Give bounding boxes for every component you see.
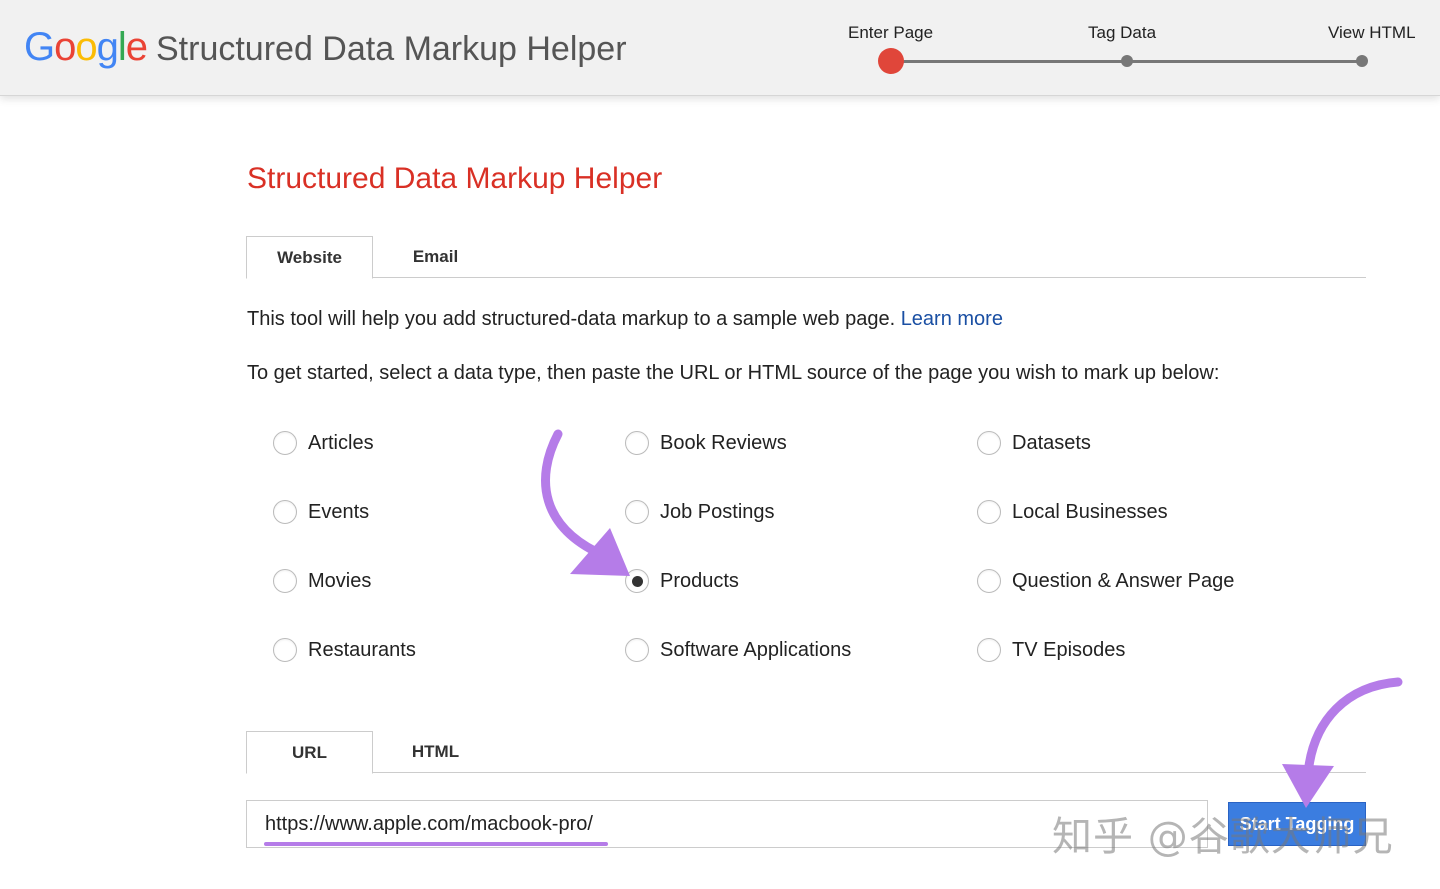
radio-button[interactable] <box>977 638 1001 662</box>
instructions-text: To get started, select a data type, then… <box>247 362 1220 384</box>
option-datasets[interactable]: Datasets <box>977 428 1091 458</box>
logo-letter: e <box>125 25 148 69</box>
option-label: Movies <box>308 569 372 592</box>
option-book-reviews[interactable]: Book Reviews <box>625 428 787 458</box>
radio-button[interactable] <box>625 431 649 455</box>
radio-button[interactable] <box>977 569 1001 593</box>
intro-sentence: This tool will help you add structured-d… <box>247 308 896 330</box>
tab-website[interactable]: Website <box>246 236 373 279</box>
option-local-businesses[interactable]: Local Businesses <box>977 497 1168 527</box>
page-title: Structured Data Markup Helper <box>247 162 663 195</box>
option-label: Question & Answer Page <box>1012 569 1235 592</box>
option-tv-episodes[interactable]: TV Episodes <box>977 635 1125 665</box>
logo-letter: o <box>75 25 97 69</box>
type-tabs: Website Email <box>246 236 1366 279</box>
step-view-html: View HTML <box>1328 23 1416 42</box>
step-dot-view-html <box>1356 55 1368 67</box>
logo-letter: o <box>54 25 76 69</box>
step-dot-enter-page <box>878 48 904 74</box>
option-events[interactable]: Events <box>273 497 369 527</box>
option-label: Local Businesses <box>1012 500 1168 523</box>
learn-more-link[interactable]: Learn more <box>901 308 1003 330</box>
google-logo: Google <box>24 24 148 70</box>
option-label: Book Reviews <box>660 431 787 454</box>
step-enter-page: Enter Page <box>848 23 934 42</box>
logo-letter: g <box>96 25 119 69</box>
option-label: Software Applications <box>660 638 852 661</box>
option-job-postings[interactable]: Job Postings <box>625 497 775 527</box>
radio-button[interactable] <box>977 500 1001 524</box>
option-label: Job Postings <box>660 500 775 523</box>
logo-letter: G <box>24 25 55 69</box>
intro-text: This tool will help you add structured-d… <box>247 308 1003 331</box>
source-tabs: URL HTML <box>246 731 1366 774</box>
tab-email[interactable]: Email <box>372 236 499 278</box>
option-articles[interactable]: Articles <box>273 428 374 458</box>
option-label: Products <box>660 569 739 592</box>
radio-button[interactable] <box>625 569 649 593</box>
option-label: Restaurants <box>308 638 416 661</box>
radio-button[interactable] <box>273 638 297 662</box>
step-tag-data: Tag Data <box>1088 23 1157 42</box>
step-dot-tag-data <box>1121 55 1133 67</box>
tab-html[interactable]: HTML <box>372 731 499 773</box>
option-restaurants[interactable]: Restaurants <box>273 635 416 665</box>
option-label: TV Episodes <box>1012 638 1126 661</box>
url-highlight-underline <box>264 842 608 846</box>
option-label: Datasets <box>1012 431 1091 454</box>
logo-letter: l <box>117 25 127 69</box>
radio-button[interactable] <box>977 431 1001 455</box>
radio-button[interactable] <box>625 500 649 524</box>
option-products[interactable]: Products <box>625 566 739 596</box>
tab-url[interactable]: URL <box>246 731 373 774</box>
progress-steps: Enter Page Tag Data View HTML <box>830 18 1430 88</box>
option-question-and-answer-page[interactable]: Question & Answer Page <box>977 566 1234 596</box>
app-header: Google Structured Data Markup Helper Ent… <box>0 0 1440 96</box>
watermark-text: 知乎 @谷歌大师兄 <box>1052 814 1394 860</box>
option-label: Events <box>308 500 370 523</box>
radio-button[interactable] <box>273 569 297 593</box>
radio-button[interactable] <box>273 500 297 524</box>
option-software-applications[interactable]: Software Applications <box>625 635 851 665</box>
radio-button[interactable] <box>273 431 297 455</box>
radio-button[interactable] <box>625 638 649 662</box>
option-label: Articles <box>308 431 374 454</box>
option-movies[interactable]: Movies <box>273 566 371 596</box>
app-title: Structured Data Markup Helper <box>156 30 627 68</box>
